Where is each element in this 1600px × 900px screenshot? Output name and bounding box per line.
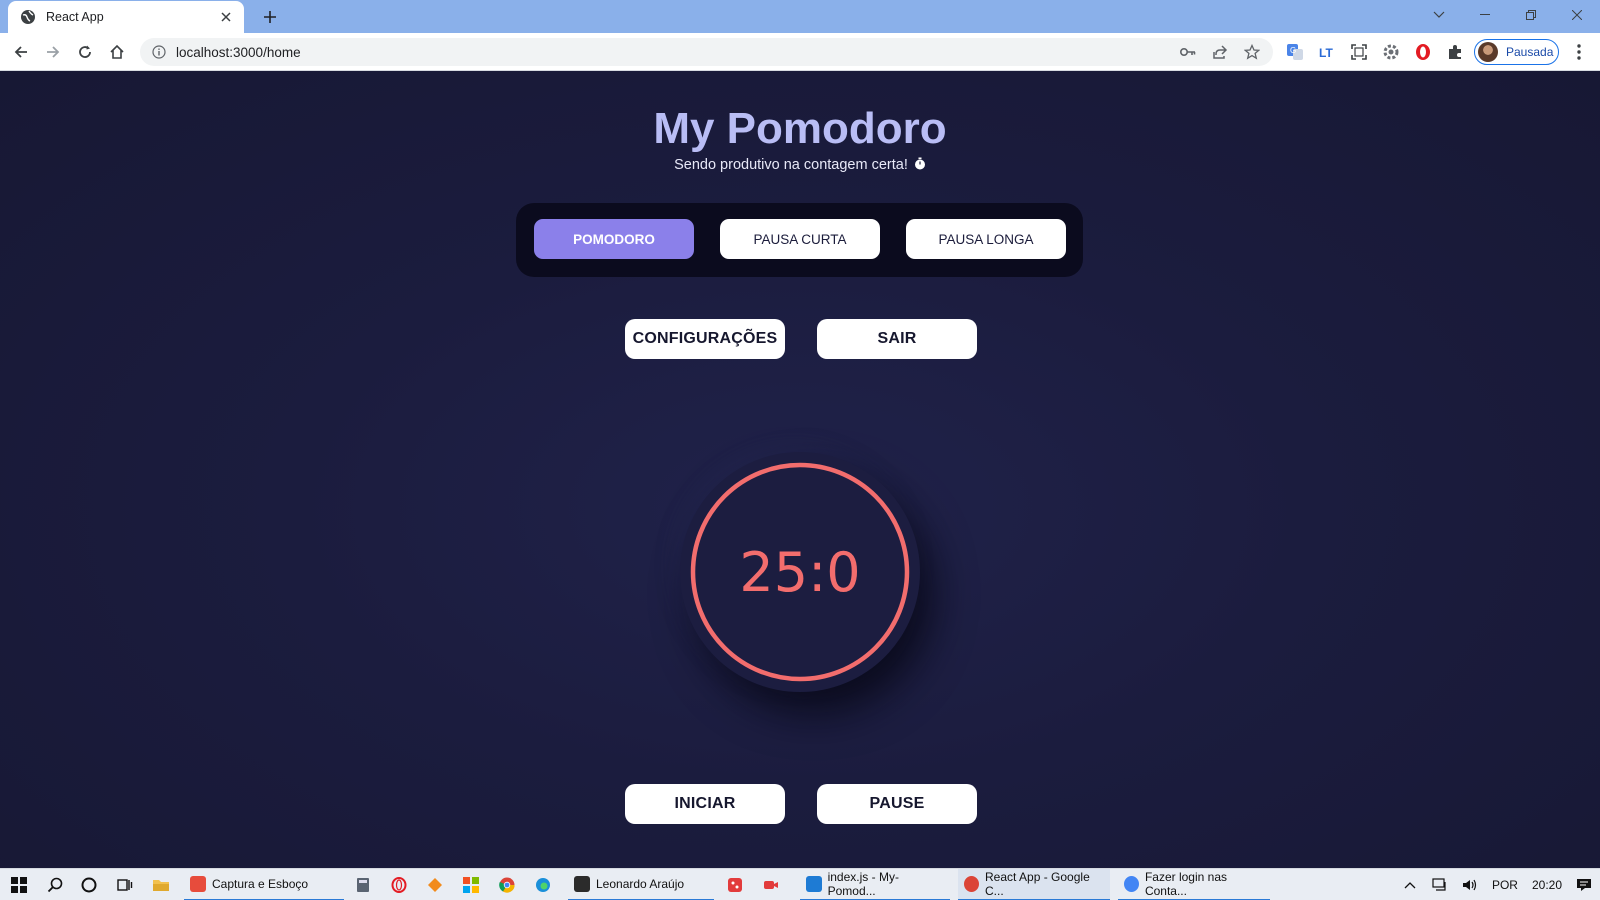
new-tab-icon[interactable] bbox=[258, 6, 282, 28]
mode-long-break-button[interactable]: PAUSA LONGA bbox=[906, 219, 1066, 259]
puzzle-extensions-icon[interactable] bbox=[1446, 43, 1464, 61]
system-tray: POR 20:20 bbox=[1402, 869, 1592, 900]
timer-dial: 25:0 bbox=[680, 452, 920, 692]
pause-button[interactable]: PAUSE bbox=[817, 784, 977, 824]
close-window-icon[interactable] bbox=[1554, 0, 1600, 30]
taskbar-app-snip[interactable]: Captura e Esboço bbox=[184, 869, 344, 900]
terminal-icon bbox=[574, 876, 590, 892]
url-text[interactable]: localhost:3000/home bbox=[176, 45, 1179, 60]
timer-display: 25:0 bbox=[739, 540, 861, 604]
browser-menu-icon[interactable] bbox=[1570, 43, 1588, 61]
screen-capture-icon[interactable] bbox=[1350, 43, 1368, 61]
minimize-icon[interactable] bbox=[1462, 0, 1508, 30]
taskbar-app-label: Leonardo Araújo bbox=[596, 877, 685, 891]
google-translate-icon[interactable]: G bbox=[1286, 43, 1304, 61]
window-controls bbox=[1416, 0, 1600, 30]
chrome-small-icon bbox=[964, 876, 980, 892]
logout-button[interactable]: SAIR bbox=[817, 319, 977, 359]
taskbar-app-label: index.js - My-Pomod... bbox=[827, 870, 899, 898]
taskbar-app-label: Captura e Esboço bbox=[212, 877, 309, 891]
avatar bbox=[1478, 42, 1498, 62]
windows-start-icon[interactable] bbox=[10, 876, 28, 894]
file-explorer-icon[interactable] bbox=[152, 876, 170, 894]
subtitle-text: Sendo produtivo na contagem certa! bbox=[674, 157, 908, 173]
mode-pomodoro-button[interactable]: POMODORO bbox=[534, 219, 694, 259]
chrome-icon[interactable] bbox=[498, 876, 516, 894]
stopwatch-icon bbox=[914, 157, 926, 170]
globe-icon bbox=[20, 9, 36, 25]
tab-search-icon[interactable] bbox=[1416, 0, 1462, 30]
google-icon bbox=[1124, 876, 1139, 892]
share-icon[interactable] bbox=[1211, 43, 1229, 61]
chevron-up-icon[interactable] bbox=[1402, 877, 1418, 893]
back-arrow-icon[interactable] bbox=[10, 41, 32, 63]
taskbar-app-google-login[interactable]: Fazer login nas Conta... bbox=[1118, 869, 1270, 900]
mode-short-break-button[interactable]: PAUSA CURTA bbox=[720, 219, 880, 259]
profile-label: Pausada bbox=[1506, 45, 1554, 59]
search-icon[interactable] bbox=[46, 876, 64, 894]
cortana-icon[interactable] bbox=[80, 876, 98, 894]
taskbar-app-chrome[interactable]: React App - Google C... bbox=[958, 869, 1110, 900]
volume-icon[interactable] bbox=[1462, 877, 1478, 893]
snip-sketch-icon bbox=[190, 876, 206, 892]
clock[interactable]: 20:20 bbox=[1532, 878, 1562, 892]
pomodoro-page: My Pomodoro Sendo produtivo na contagem … bbox=[0, 71, 1600, 868]
reload-icon[interactable] bbox=[74, 41, 96, 63]
camera-app-icon[interactable] bbox=[762, 876, 780, 894]
taskbar-app-label: Fazer login nas Conta... bbox=[1144, 870, 1227, 898]
calculator-icon[interactable] bbox=[354, 876, 372, 894]
forward-arrow-icon[interactable] bbox=[42, 41, 64, 63]
svg-text:LT: LT bbox=[1319, 46, 1333, 60]
close-tab-icon[interactable] bbox=[218, 9, 234, 25]
settings-button[interactable]: CONFIGURAÇÕES bbox=[625, 319, 785, 359]
page-subtitle: Sendo produtivo na contagem certa! bbox=[0, 157, 1600, 173]
notifications-icon[interactable] bbox=[1576, 877, 1592, 893]
task-view-icon[interactable] bbox=[116, 876, 134, 894]
mode-selector: POMODORO PAUSA CURTA PAUSA LONGA bbox=[516, 203, 1083, 277]
browser-toolbar: localhost:3000/home G LT Pausada bbox=[0, 33, 1600, 71]
opera-icon[interactable] bbox=[1414, 43, 1432, 61]
home-icon[interactable] bbox=[106, 41, 128, 63]
browser-tab[interactable]: React App bbox=[8, 1, 244, 33]
language-indicator[interactable]: POR bbox=[1492, 878, 1518, 892]
languagetool-icon[interactable]: LT bbox=[1318, 43, 1336, 61]
taskbar-app-label: React App - Google C... bbox=[985, 870, 1090, 898]
edge-icon[interactable] bbox=[534, 876, 552, 894]
taskbar-app-terminal[interactable]: Leonardo Araújo bbox=[568, 869, 714, 900]
extensions-bar: G LT bbox=[1286, 43, 1464, 61]
site-info-icon[interactable] bbox=[152, 45, 166, 59]
svg-text:G: G bbox=[1290, 46, 1296, 55]
tab-title: React App bbox=[46, 10, 104, 24]
network-icon[interactable] bbox=[1432, 877, 1448, 893]
taskbar-app-vscode[interactable]: index.js - My-Pomod... bbox=[800, 869, 950, 900]
page-title: My Pomodoro bbox=[653, 104, 947, 153]
sublime-icon[interactable] bbox=[426, 876, 444, 894]
app-red-icon[interactable] bbox=[726, 876, 744, 894]
key-icon[interactable] bbox=[1179, 43, 1197, 61]
browser-tab-bar: React App bbox=[0, 0, 1600, 33]
extension-gear-icon[interactable] bbox=[1382, 43, 1400, 61]
vscode-icon bbox=[806, 876, 822, 892]
restore-icon[interactable] bbox=[1508, 0, 1554, 30]
start-button[interactable]: INICIAR bbox=[625, 784, 785, 824]
address-bar[interactable]: localhost:3000/home bbox=[140, 38, 1273, 66]
os-taskbar: Captura e Esboço Leonardo Araújo index.j… bbox=[0, 868, 1600, 900]
ms-store-icon[interactable] bbox=[462, 876, 480, 894]
opera-taskbar-icon[interactable] bbox=[390, 876, 408, 894]
profile-button[interactable]: Pausada bbox=[1474, 39, 1559, 65]
bookmark-star-icon[interactable] bbox=[1243, 43, 1261, 61]
